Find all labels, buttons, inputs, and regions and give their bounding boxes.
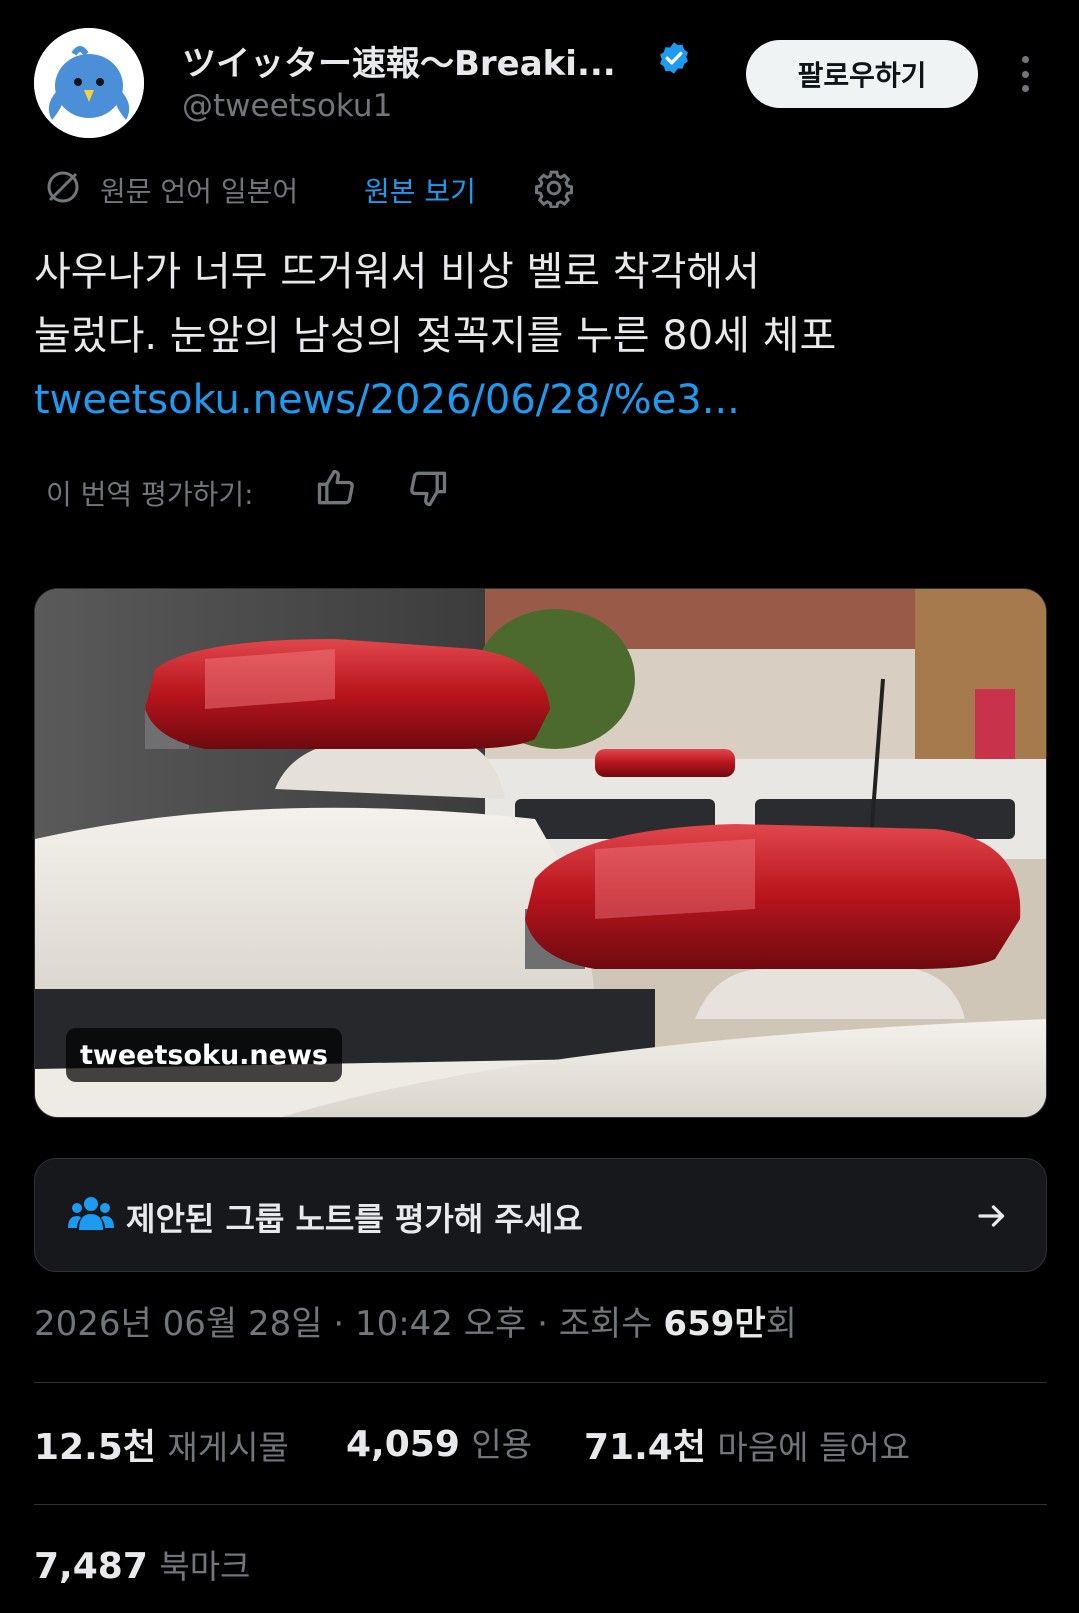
quotes-stat[interactable]: 4,059 인용 <box>346 1418 532 1466</box>
verified-badge-icon <box>656 40 692 76</box>
people-group-icon <box>68 1194 114 1234</box>
meta-separator: · <box>322 1304 355 1344</box>
rate-translation-label: 이 번역 평가하기: <box>46 478 254 511</box>
tweet-text: 사우나가 너무 뜨거워서 비상 벨로 착각해서 눌렀다. 눈앞의 남성의 젖꼭지… <box>34 240 1044 432</box>
likes-count: 71.4천 <box>584 1427 706 1468</box>
show-original-link[interactable]: 원본 보기 <box>364 170 476 210</box>
divider <box>34 1504 1047 1505</box>
views-prefix: 조회수 <box>558 1304 664 1344</box>
bookmarks-stat[interactable]: 7,487 북마크 <box>34 1540 250 1588</box>
retweets-count: 12.5천 <box>34 1427 156 1468</box>
arrow-right-icon[interactable] <box>974 1198 1010 1234</box>
avatar[interactable] <box>34 28 144 138</box>
source-language-label: 원문 언어 일본어 <box>100 175 299 208</box>
meta-separator: · <box>526 1304 559 1344</box>
retweets-stat[interactable]: 12.5천 재게시물 <box>34 1418 289 1470</box>
translate-icon <box>44 168 82 206</box>
bookmarks-count: 7,487 <box>34 1546 148 1587</box>
divider <box>34 1382 1047 1383</box>
blue-bird-avatar-icon <box>34 28 144 138</box>
views-count: 659만 <box>663 1304 766 1344</box>
retweets-label: 재게시물 <box>167 1428 289 1467</box>
tweet-date[interactable]: 2026년 06월 28일 <box>34 1304 323 1344</box>
bookmarks-label: 북마크 <box>159 1547 251 1586</box>
author-display-name[interactable]: ツイッター速報〜Breaki... <box>182 36 616 85</box>
tweet-text-line-2: 눌렀다. 눈앞의 남성의 젖꼭지를 누른 80세 체포 <box>34 313 837 359</box>
tweet-time[interactable]: 10:42 오후 <box>355 1304 526 1344</box>
tweet-meta: 2026년 06월 28일 · 10:42 오후 · 조회수 659만회 <box>34 1296 797 1345</box>
gear-icon[interactable] <box>534 168 574 209</box>
quotes-count: 4,059 <box>346 1424 460 1465</box>
thumbs-down-icon[interactable] <box>406 466 450 510</box>
media-source-domain: tweetsoku.news <box>66 1028 342 1082</box>
more-vertical-icon[interactable] <box>1010 52 1040 96</box>
views-suffix: 회 <box>765 1304 797 1344</box>
tweet-text-line-1: 사우나가 너무 뜨거워서 비상 벨로 착각해서 <box>34 249 760 295</box>
tweet-link[interactable]: tweetsoku.news/2026/06/28/%e3... <box>34 368 1044 432</box>
follow-button[interactable]: 팔로우하기 <box>746 40 978 108</box>
author-handle[interactable]: @tweetsoku1 <box>182 88 392 124</box>
likes-label: 마음에 들어요 <box>717 1428 911 1467</box>
likes-stat[interactable]: 71.4천 마음에 들어요 <box>584 1418 910 1470</box>
thumbs-up-icon[interactable] <box>314 466 358 510</box>
quotes-label: 인용 <box>471 1425 533 1464</box>
community-notes-label[interactable]: 제안된 그룹 노트를 평가해 주세요 <box>126 1194 583 1240</box>
